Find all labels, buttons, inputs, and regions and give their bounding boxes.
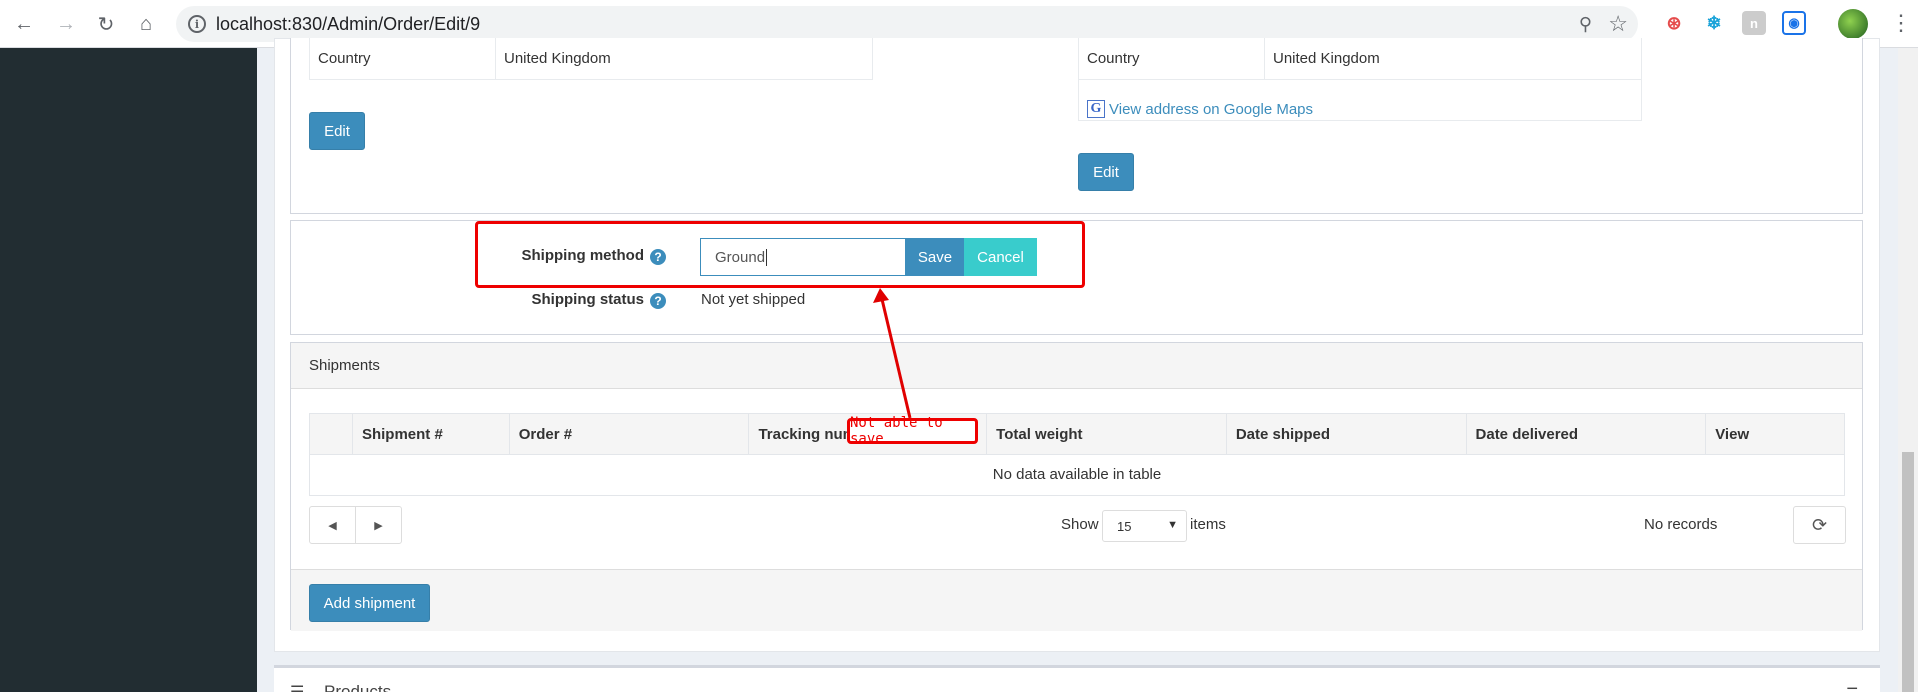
zoom-icon[interactable]: ⚲	[1579, 14, 1592, 35]
shipping-country-label: Country	[1078, 38, 1265, 80]
page-scrollbar[interactable]	[1898, 48, 1918, 692]
address-bar[interactable]: i localhost:830/Admin/Order/Edit/9 ⚲ ☆	[176, 6, 1638, 42]
shipping-edit-button[interactable]: Edit	[1078, 153, 1134, 191]
shipments-card: Shipments Shipment # Order # Tracking nu…	[290, 342, 1863, 631]
dropdown-arrow-icon: ▼	[1167, 519, 1178, 531]
refresh-icon[interactable]: ⟳	[1793, 506, 1846, 544]
shipments-grid-header: Shipment # Order # Tracking num Total we…	[309, 413, 1845, 455]
shipments-footer: Add shipment	[291, 569, 1862, 631]
billing-country-value: United Kingdom	[495, 38, 873, 80]
forward-arrow-icon[interactable]: →	[52, 10, 80, 38]
records-info: No records	[1644, 516, 1718, 533]
column-header-select	[310, 414, 353, 454]
billing-address-table: Country United Kingdom	[309, 38, 873, 80]
next-page-icon[interactable]: ▶	[356, 507, 401, 543]
empty-table-message: No data available in table	[309, 454, 1845, 496]
shipping-status-label: Shipping status	[531, 291, 645, 308]
products-card: ☰ Products −	[274, 665, 1880, 692]
column-header-weight[interactable]: Total weight	[987, 414, 1227, 454]
bookmark-star-icon[interactable]: ☆	[1608, 11, 1628, 37]
google-icon: G	[1087, 100, 1105, 118]
shipping-status-value: Not yet shipped	[701, 291, 806, 308]
scrollbar-thumb[interactable]	[1902, 452, 1914, 692]
show-label: Show	[1061, 516, 1099, 533]
pager: ◀ ▶	[309, 506, 402, 544]
billing-country-label: Country	[309, 38, 496, 80]
list-icon: ☰	[290, 682, 304, 692]
billing-edit-button[interactable]: Edit	[309, 112, 365, 150]
collapse-icon[interactable]: −	[1846, 678, 1858, 692]
google-maps-label: View address on Google Maps	[1109, 100, 1314, 118]
page-size-select[interactable]: 15 ▼	[1102, 510, 1187, 542]
back-arrow-icon[interactable]: ←	[10, 10, 38, 38]
extension-swirl-icon[interactable]: ⊛	[1662, 11, 1686, 35]
google-maps-link[interactable]: G View address on Google Maps	[1087, 100, 1313, 118]
profile-avatar[interactable]	[1838, 9, 1868, 39]
column-header-shipment[interactable]: Shipment #	[353, 414, 510, 454]
column-header-order[interactable]: Order #	[510, 414, 750, 454]
info-icon[interactable]: i	[188, 15, 206, 33]
reload-icon[interactable]: ↻	[92, 10, 120, 38]
highlight-box	[475, 221, 1085, 288]
admin-sidebar	[0, 48, 257, 692]
column-header-date-delivered[interactable]: Date delivered	[1467, 414, 1707, 454]
shipping-status-help-icon[interactable]: ?	[650, 293, 666, 309]
extension-n-icon[interactable]: n	[1742, 11, 1766, 35]
prev-page-icon[interactable]: ◀	[310, 507, 356, 543]
address-card: Country United Kingdom Edit Country Unit…	[290, 38, 1863, 214]
add-shipment-button[interactable]: Add shipment	[309, 584, 430, 622]
shipping-country-value: United Kingdom	[1264, 38, 1642, 80]
url-text: localhost:830/Admin/Order/Edit/9	[216, 14, 481, 34]
column-header-view: View	[1715, 426, 1750, 443]
extension-window-icon[interactable]: ◉	[1782, 11, 1806, 35]
annotation-label: Not able to save	[847, 415, 978, 447]
items-label: items	[1190, 516, 1226, 533]
page-size-value: 15	[1117, 519, 1132, 534]
home-icon[interactable]: ⌂	[132, 10, 160, 38]
column-header-date-shipped[interactable]: Date shipped	[1227, 414, 1467, 454]
shipments-title: Shipments	[291, 343, 1862, 389]
browser-menu-icon[interactable]: ⋮	[1890, 12, 1912, 34]
extension-snowflake-icon[interactable]: ❄	[1702, 11, 1726, 35]
products-title: Products	[324, 682, 392, 692]
